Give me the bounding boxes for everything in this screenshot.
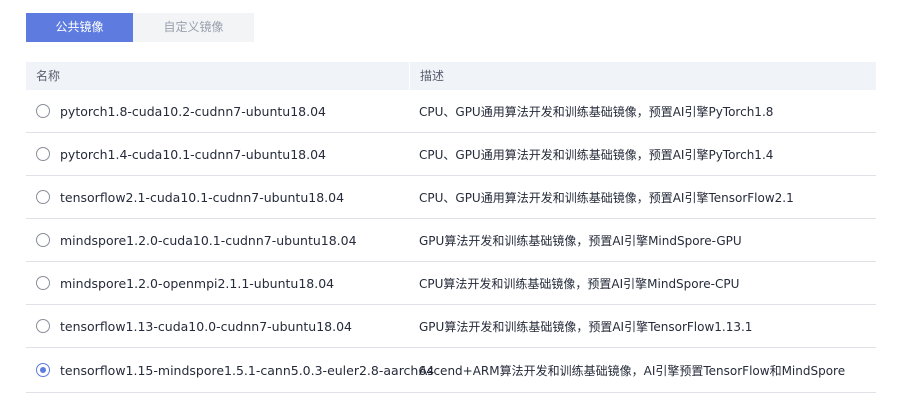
- image-name: pytorch1.4-cuda10.1-cudnn7-ubuntu18.04: [60, 146, 327, 162]
- description-cell: GPU算法开发和训练基础镜像，预置AI引擎MindSpore-GPU: [409, 219, 876, 261]
- image-selector-panel: 公共镜像 自定义镜像 名称 描述 pytorch1.8-cuda10.2-cud…: [0, 0, 921, 410]
- column-header-description: 描述: [409, 62, 876, 90]
- image-description: GPU算法开发和训练基础镜像，预置AI引擎MindSpore-GPU: [419, 233, 742, 248]
- table-row[interactable]: tensorflow1.13-cuda10.0-cudnn7-ubuntu18.…: [26, 305, 876, 348]
- image-description: GPU算法开发和训练基础镜像，预置AI引擎TensorFlow1.13.1: [419, 319, 753, 334]
- table-row-selected[interactable]: tensorflow1.15-mindspore1.5.1-cann5.0.3-…: [26, 348, 876, 393]
- name-cell: tensorflow2.1-cuda10.1-cudnn7-ubuntu18.0…: [26, 176, 409, 218]
- table-row[interactable]: pytorch1.8-cuda10.2-cudnn7-ubuntu18.04 C…: [26, 90, 876, 133]
- description-cell: CPU、GPU通用算法开发和训练基础镜像，预置AI引擎PyTorch1.8: [409, 90, 876, 132]
- radio-button[interactable]: [36, 147, 50, 161]
- image-description: CPU、GPU通用算法开发和训练基础镜像，预置AI引擎PyTorch1.4: [419, 147, 774, 162]
- image-name: tensorflow1.15-mindspore1.5.1-cann5.0.3-…: [60, 362, 435, 378]
- image-name: mindspore1.2.0-cuda10.1-cudnn7-ubuntu18.…: [60, 232, 357, 248]
- description-cell: CPU、GPU通用算法开发和训练基础镜像，预置AI引擎PyTorch1.4: [409, 133, 876, 175]
- radio-button[interactable]: [36, 319, 50, 333]
- name-cell: mindspore1.2.0-openmpi2.1.1-ubuntu18.04: [26, 262, 409, 304]
- image-name: mindspore1.2.0-openmpi2.1.1-ubuntu18.04: [60, 275, 335, 291]
- image-description: CPU算法开发和训练基础镜像，预置AI引擎MindSpore-CPU: [419, 276, 740, 291]
- image-description: CPU、GPU通用算法开发和训练基础镜像，预置AI引擎TensorFlow2.1: [419, 190, 794, 205]
- table-row[interactable]: pytorch1.4-cuda10.1-cudnn7-ubuntu18.04 C…: [26, 133, 876, 176]
- image-name: tensorflow1.13-cuda10.0-cudnn7-ubuntu18.…: [60, 318, 352, 334]
- image-type-tabs: 公共镜像 自定义镜像: [26, 13, 254, 42]
- table-row[interactable]: mindspore1.2.0-openmpi2.1.1-ubuntu18.04 …: [26, 262, 876, 305]
- description-cell: Ascend+ARM算法开发和训练基础镜像，AI引擎预置TensorFlow和M…: [409, 348, 876, 392]
- image-name: pytorch1.8-cuda10.2-cudnn7-ubuntu18.04: [60, 103, 327, 119]
- name-cell: tensorflow1.15-mindspore1.5.1-cann5.0.3-…: [26, 348, 434, 392]
- table-body: pytorch1.8-cuda10.2-cudnn7-ubuntu18.04 C…: [26, 90, 876, 393]
- radio-button[interactable]: [36, 276, 50, 290]
- name-cell: tensorflow1.13-cuda10.0-cudnn7-ubuntu18.…: [26, 305, 409, 347]
- description-cell: CPU算法开发和训练基础镜像，预置AI引擎MindSpore-CPU: [409, 262, 876, 304]
- radio-button[interactable]: [36, 233, 50, 247]
- name-cell: pytorch1.4-cuda10.1-cudnn7-ubuntu18.04: [26, 133, 409, 175]
- image-description: CPU、GPU通用算法开发和训练基础镜像，预置AI引擎PyTorch1.8: [419, 104, 774, 119]
- radio-button-selected[interactable]: [36, 363, 50, 377]
- description-cell: CPU、GPU通用算法开发和训练基础镜像，预置AI引擎TensorFlow2.1: [409, 176, 876, 218]
- tab-custom-images[interactable]: 自定义镜像: [133, 13, 254, 42]
- table-row[interactable]: tensorflow2.1-cuda10.1-cudnn7-ubuntu18.0…: [26, 176, 876, 219]
- column-header-name: 名称: [36, 69, 61, 83]
- image-table: 名称 描述 pytorch1.8-cuda10.2-cudnn7-ubuntu1…: [26, 62, 876, 393]
- image-name: tensorflow2.1-cuda10.1-cudnn7-ubuntu18.0…: [60, 189, 345, 205]
- tab-public-images[interactable]: 公共镜像: [26, 13, 133, 42]
- table-row[interactable]: mindspore1.2.0-cuda10.1-cudnn7-ubuntu18.…: [26, 219, 876, 262]
- description-cell: GPU算法开发和训练基础镜像，预置AI引擎TensorFlow1.13.1: [409, 305, 876, 347]
- table-header: 名称 描述: [26, 62, 876, 90]
- radio-button[interactable]: [36, 104, 50, 118]
- name-cell: pytorch1.8-cuda10.2-cudnn7-ubuntu18.04: [26, 90, 409, 132]
- radio-button[interactable]: [36, 190, 50, 204]
- name-cell: mindspore1.2.0-cuda10.1-cudnn7-ubuntu18.…: [26, 219, 409, 261]
- image-description: Ascend+ARM算法开发和训练基础镜像，AI引擎预置TensorFlow和M…: [419, 363, 846, 378]
